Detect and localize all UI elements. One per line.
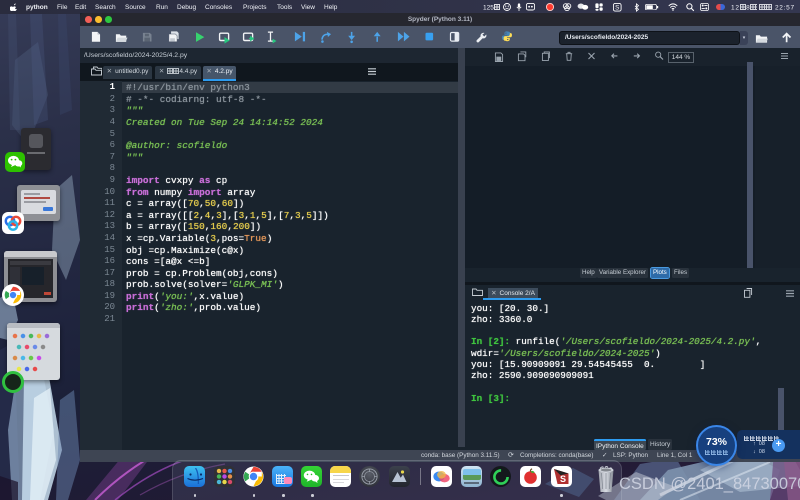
svg-text:S: S: [615, 5, 619, 12]
svg-text:S: S: [560, 474, 566, 484]
